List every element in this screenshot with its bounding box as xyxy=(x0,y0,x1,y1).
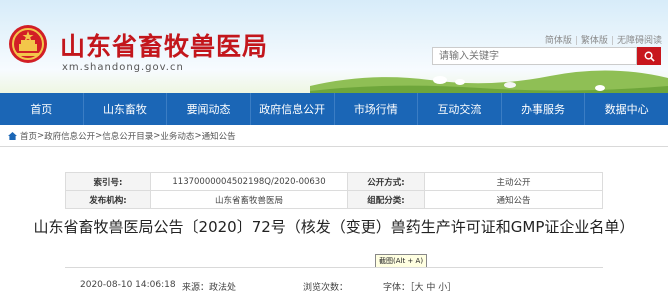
breadcrumb: 首页 > 政府信息公开 > 信息公开目录 > 业务动态 > 通知公告 xyxy=(8,130,236,142)
site-header: 山东省畜牧兽医局 xm.shandong.gov.cn 简体版 | 繁体版 | 无障碍阅… xyxy=(0,0,668,93)
screenshot-tooltip: 截图(Alt + A) xyxy=(375,254,428,268)
category-value: 通知公告 xyxy=(424,190,603,209)
article-source: 来源：政法处 xyxy=(182,283,237,293)
nav-item-shandong-livestock[interactable]: 山东畜牧 xyxy=(84,93,168,125)
traditional-link[interactable]: 繁体版 xyxy=(581,36,608,46)
nav-item-interaction[interactable]: 互动交流 xyxy=(418,93,502,125)
nav-item-news[interactable]: 要闻动态 xyxy=(167,93,251,125)
search-button[interactable] xyxy=(637,47,661,65)
site-title[interactable]: 山东省畜牧兽医局 xyxy=(60,27,268,63)
simplified-link[interactable]: 简体版 xyxy=(545,36,572,46)
table-row: 索引号: 11370000004502198Q/2020-00630 公开方式:… xyxy=(65,172,603,191)
nav-item-gov-info[interactable]: 政府信息公开 xyxy=(251,93,335,125)
breadcrumb-catalog[interactable]: 信息公开目录 xyxy=(102,130,153,142)
disclosure-method-value: 主动公开 xyxy=(424,172,603,191)
category-label: 组配分类: xyxy=(347,190,425,209)
publisher-label: 发布机构: xyxy=(65,190,151,209)
breadcrumb-separator: > xyxy=(194,131,202,141)
index-value: 11370000004502198Q/2020-00630 xyxy=(150,172,348,191)
nav-item-market[interactable]: 市场行情 xyxy=(335,93,419,125)
publisher-value: 山东省畜牧兽医局 xyxy=(150,190,348,209)
accessibility-link[interactable]: 无障碍阅读 xyxy=(617,36,662,46)
search-icon xyxy=(644,51,655,62)
disclosure-method-label: 公开方式: xyxy=(347,172,425,191)
breadcrumb-gov-info[interactable]: 政府信息公开 xyxy=(44,130,95,142)
breadcrumb-separator: > xyxy=(37,131,45,141)
breadcrumb-business-news[interactable]: 业务动态 xyxy=(160,130,194,142)
publish-date: 2020-08-10 14:06:18 xyxy=(80,280,176,290)
nav-item-services[interactable]: 办事服务 xyxy=(502,93,586,125)
main-nav: 首页 山东畜牧 要闻动态 政府信息公开 市场行情 互动交流 办事服务 数据中心 xyxy=(0,93,668,125)
nav-item-data-center[interactable]: 数据中心 xyxy=(585,93,668,125)
nav-item-home[interactable]: 首页 xyxy=(0,93,84,125)
document-info-table: 索引号: 11370000004502198Q/2020-00630 公开方式:… xyxy=(65,172,603,209)
article-title: 山东省畜牧兽医局公告〔2020〕72号（核发（变更）兽药生产许可证和GMP证企业… xyxy=(33,218,635,236)
search-input[interactable] xyxy=(432,47,637,65)
table-row: 发布机构: 山东省畜牧兽医局 组配分类: 通知公告 xyxy=(65,190,603,209)
home-icon xyxy=(8,132,17,140)
national-emblem-icon xyxy=(9,25,47,63)
site-domain: xm.shandong.gov.cn xyxy=(62,62,184,73)
breadcrumb-separator: > xyxy=(95,131,103,141)
font-size-controls[interactable]: 字体：［大 中 小］ xyxy=(383,280,456,293)
index-label: 索引号: xyxy=(65,172,151,191)
breadcrumb-home[interactable]: 首页 xyxy=(20,130,37,142)
breadcrumb-separator: > xyxy=(153,131,161,141)
divider xyxy=(0,146,668,147)
top-links: 简体版 | 繁体版 | 无障碍阅读 xyxy=(544,36,662,46)
divider xyxy=(65,267,603,268)
view-count: 浏览次数： xyxy=(303,283,349,293)
breadcrumb-notices[interactable]: 通知公告 xyxy=(202,130,236,142)
